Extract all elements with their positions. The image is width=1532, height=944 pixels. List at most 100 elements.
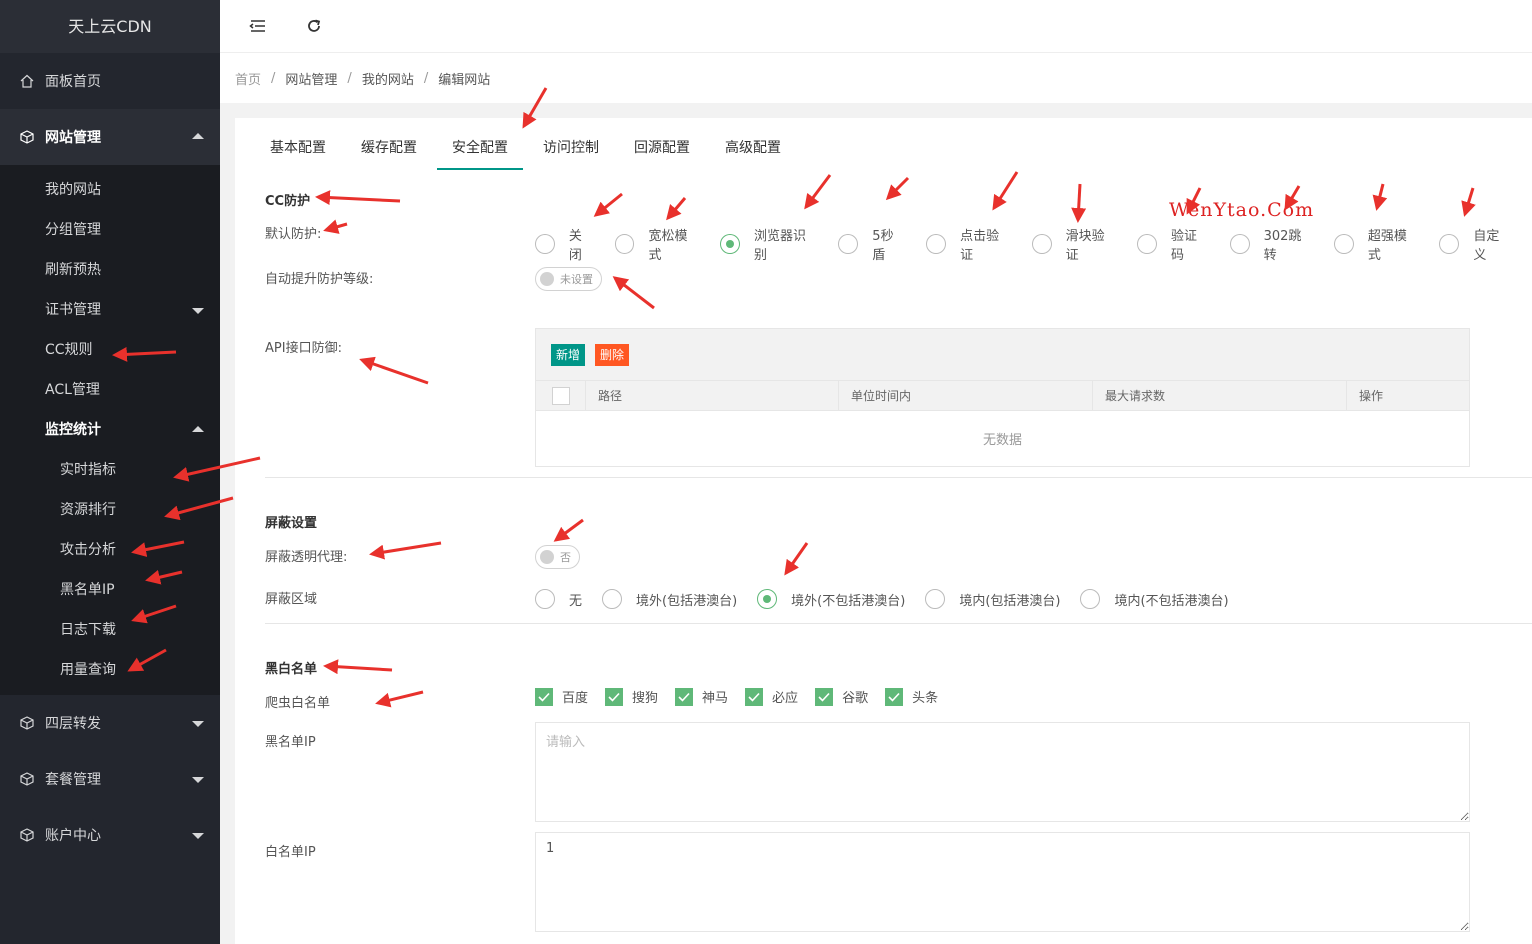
column-header[interactable]: 路径 <box>586 381 839 410</box>
radio-label: 境外(包括港澳台) <box>636 593 738 609</box>
radio-cc-custom[interactable]: 自定义 <box>1439 225 1512 263</box>
sub-refresh-preheat[interactable]: 刷新预热 <box>0 250 220 290</box>
sub-cc-rules[interactable]: CC规则 <box>0 330 220 370</box>
switch-text: 否 <box>560 551 571 564</box>
sub-certificate-management[interactable]: 证书管理 <box>0 290 220 330</box>
radio-cc-off[interactable]: 关闭 <box>535 225 595 263</box>
radio-region-abroad-excl[interactable]: 境外(不包括港澳台) <box>757 589 905 609</box>
menu-fold-icon[interactable] <box>248 16 268 36</box>
select-all-cell <box>536 381 586 410</box>
tab-security-config[interactable]: 安全配置 <box>437 130 523 170</box>
caret-down-icon <box>192 721 204 727</box>
checkbox-shenma[interactable]: 神马 <box>675 687 728 706</box>
sub-acl-management[interactable]: ACL管理 <box>0 370 220 410</box>
breadcrumb: 首页 / 网站管理 / 我的网站 / 编辑网站 <box>220 53 1532 103</box>
tab-basic-config[interactable]: 基本配置 <box>255 130 341 170</box>
column-header: 操作 <box>1359 389 1384 403</box>
site-submenu: 我的网站 分组管理 刷新预热 证书管理 CC规则 ACL管理 监控统计 实时指标… <box>0 165 220 695</box>
radio-label: 5秒盾 <box>872 229 894 263</box>
sub-log-download[interactable]: 日志下载 <box>0 610 220 650</box>
radio-cc-5s-shield[interactable]: 5秒盾 <box>838 225 906 263</box>
nav-home-label: 面板首页 <box>45 74 101 90</box>
sub-resource-ranking[interactable]: 资源排行 <box>0 490 220 530</box>
column-header[interactable]: 最大请求数 <box>1093 381 1347 410</box>
nav-account-label: 账户中心 <box>45 828 101 844</box>
sub-monitor-label: 监控统计 <box>45 422 101 438</box>
nav-package-management[interactable]: 套餐管理 <box>0 751 220 807</box>
checkbox-google[interactable]: 谷歌 <box>815 687 868 706</box>
cube-icon <box>20 716 34 730</box>
radio-region-domestic-incl[interactable]: 境内(包括港澳台) <box>925 589 1060 609</box>
radio-region-domestic-excl[interactable]: 境内(不包括港澳台) <box>1080 589 1229 609</box>
blacklist-ip-input[interactable] <box>535 722 1470 822</box>
checkbox-label: 神马 <box>702 691 729 706</box>
radio-cc-click[interactable]: 点击验证 <box>926 225 1011 263</box>
checkbox-bing[interactable]: 必应 <box>745 687 798 706</box>
sub-group-management[interactable]: 分组管理 <box>0 210 220 250</box>
nav-l4-label: 四层转发 <box>45 716 101 732</box>
tab-cache-config[interactable]: 缓存配置 <box>346 130 432 170</box>
table-header: 路径 单位时间内 最大请求数 操作 <box>536 381 1469 411</box>
nav-package-label: 套餐管理 <box>45 772 101 788</box>
nav-home[interactable]: 面板首页 <box>0 53 220 109</box>
delete-button[interactable]: 删除 <box>595 343 630 366</box>
sub-usage-query[interactable]: 用量查询 <box>0 650 220 690</box>
breadcrumb-site-management[interactable]: 网站管理 <box>285 69 337 88</box>
check-icon <box>815 687 834 706</box>
sub-attack-analysis[interactable]: 攻击分析 <box>0 530 220 570</box>
sub-blacklist-ip[interactable]: 黑名单IP <box>0 570 220 610</box>
breadcrumb-my-sites[interactable]: 我的网站 <box>362 69 414 88</box>
checkbox-baidu[interactable]: 百度 <box>535 687 588 706</box>
auto-raise-switch[interactable]: 未设置 <box>535 267 602 291</box>
shield-proxy-switch[interactable]: 否 <box>535 545 580 569</box>
radio-label: 超强模式 <box>1367 229 1407 263</box>
radio-region-abroad-incl[interactable]: 境外(包括港澳台) <box>602 589 737 609</box>
radio-cc-captcha[interactable]: 验证码 <box>1137 225 1210 263</box>
sub-my-sites[interactable]: 我的网站 <box>0 170 220 210</box>
table-toolbar: 新增 删除 <box>536 329 1469 381</box>
column-header[interactable]: 单位时间内 <box>839 381 1093 410</box>
radio-cc-slider[interactable]: 滑块验证 <box>1031 225 1117 263</box>
cube-icon <box>20 828 34 842</box>
checkbox-label: 百度 <box>562 691 589 706</box>
watermark-text: WenYtao.Com <box>1169 199 1315 221</box>
radio-label: 点击验证 <box>960 229 1000 263</box>
checkbox-sogou[interactable]: 搜狗 <box>605 687 658 706</box>
tab-advanced-config[interactable]: 高级配置 <box>710 130 796 170</box>
breadcrumb-separator: / <box>423 70 429 86</box>
nav-l4-forwarding[interactable]: 四层转发 <box>0 695 220 751</box>
caret-up-icon <box>192 133 204 139</box>
radio-label: 宽松模式 <box>648 229 688 263</box>
whitelist-ip-input[interactable]: 1 <box>535 832 1470 932</box>
radio-cc-super[interactable]: 超强模式 <box>1334 225 1419 263</box>
radio-cc-302[interactable]: 302跳转 <box>1229 225 1314 263</box>
radio-dot <box>535 589 555 609</box>
breadcrumb-separator: / <box>271 70 276 86</box>
shield-settings-title: 屏蔽设置 <box>265 516 318 531</box>
nav-site-management[interactable]: 网站管理 <box>0 109 220 165</box>
breadcrumb-home[interactable]: 首页 <box>235 69 261 88</box>
refresh-icon[interactable] <box>304 16 324 36</box>
whitelist-ip-label: 白名单IP <box>265 845 316 860</box>
radio-region-none[interactable]: 无 <box>535 589 582 609</box>
tab-origin-config[interactable]: 回源配置 <box>619 130 705 170</box>
breadcrumb-separator: / <box>347 70 352 86</box>
cube-icon <box>20 130 34 144</box>
select-all-checkbox[interactable] <box>551 386 570 405</box>
sub-monitor-stats[interactable]: 监控统计 <box>0 410 220 450</box>
region-radio-group: 无 境外(包括港澳台) 境外(不包括港澳台) 境内(包括港澳台) 境内(不包括港… <box>535 589 1249 609</box>
radio-label: 滑块验证 <box>1065 229 1105 263</box>
checkbox-toutiao[interactable]: 头条 <box>885 687 938 706</box>
radio-dot <box>602 589 623 609</box>
top-bar <box>220 0 1532 53</box>
tab-access-control[interactable]: 访问控制 <box>528 130 614 170</box>
radio-cc-loose[interactable]: 宽松模式 <box>614 225 700 263</box>
add-button[interactable]: 新增 <box>551 343 586 366</box>
radio-cc-browser[interactable]: 浏览器识别 <box>720 225 818 263</box>
sub-realtime-metrics[interactable]: 实时指标 <box>0 450 220 490</box>
radio-dot <box>926 234 947 254</box>
section-divider <box>265 623 1532 624</box>
radio-dot <box>720 234 740 254</box>
nav-account-center[interactable]: 账户中心 <box>0 807 220 863</box>
brand-logo: 天上云CDN <box>0 0 220 53</box>
